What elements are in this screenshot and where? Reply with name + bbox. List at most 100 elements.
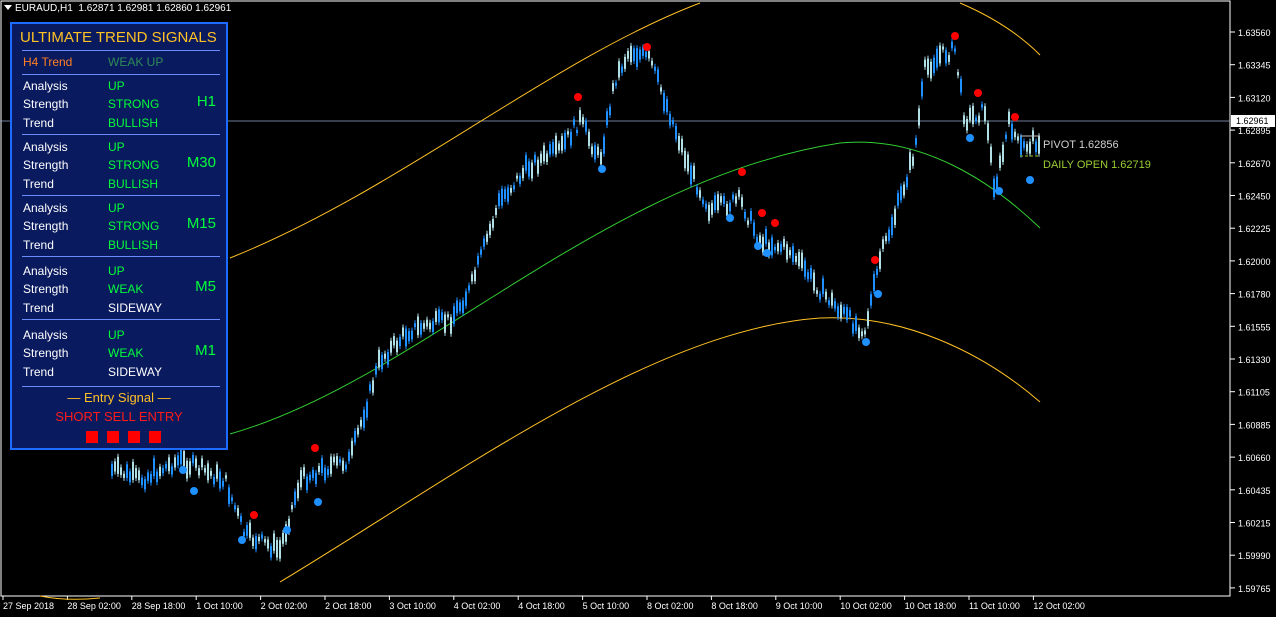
candle-body (486, 233, 488, 242)
candle-body (114, 461, 116, 472)
candle-body (396, 340, 398, 353)
candle-body (537, 159, 539, 174)
tf-analysis-label: Analysis (23, 201, 68, 215)
candle-body (1035, 141, 1037, 152)
candle-body (282, 532, 284, 544)
candle-body (576, 129, 578, 134)
candle-body (849, 310, 851, 317)
candle-body (237, 508, 239, 516)
tf-strength-value: STRONG (108, 219, 160, 233)
tf-analysis-label: Analysis (23, 264, 68, 278)
candle-body (744, 212, 746, 219)
candle-body (954, 48, 956, 52)
chart-window[interactable]: 1.63560 1.63345 1.63120 1.62895 1.62670 1.624… (0, 0, 1276, 617)
candle-body (1029, 141, 1031, 154)
candle-body (249, 522, 251, 538)
candle-body (882, 239, 884, 249)
candle-body (240, 516, 242, 522)
price-label: 1.61105 (1238, 388, 1270, 398)
timeframe-label: M15 (186, 215, 216, 232)
candle-body (267, 539, 269, 549)
candle-body (663, 92, 665, 112)
candle-body (594, 145, 596, 160)
candle-body (846, 307, 848, 321)
buy-signal-dot (283, 526, 291, 534)
candle-body (633, 48, 635, 61)
candle-body (168, 457, 170, 472)
dropdown-triangle-icon[interactable] (4, 5, 12, 10)
candle-body (339, 459, 341, 463)
candle-body (612, 83, 614, 92)
candle-body (795, 255, 797, 262)
candle-body (294, 491, 296, 505)
candle-body (840, 304, 842, 319)
candle-body (1014, 131, 1016, 138)
tf-analysis-value: UP (108, 201, 125, 215)
signal-square (107, 431, 119, 443)
sell-signal-dot (643, 43, 651, 51)
h4-trend-value: WEAK UP (108, 55, 164, 69)
candle-body (483, 238, 485, 247)
candle-body (789, 250, 791, 256)
candle-body (1002, 144, 1004, 162)
candle-body (159, 466, 161, 477)
candle-body (675, 125, 677, 140)
sell-signal-dot (738, 168, 746, 176)
candle-body (198, 468, 200, 476)
candle-body (567, 131, 569, 135)
middle-line (229, 141, 1041, 435)
sell-signal-dot (758, 209, 766, 217)
candle-body (924, 59, 926, 67)
candle-body (774, 246, 776, 251)
price-label: 1.63560 (1238, 28, 1271, 38)
tf-strength-value: STRONG (108, 97, 160, 111)
candle-body (447, 314, 449, 318)
candle-body (351, 440, 353, 456)
candle-body (915, 138, 917, 145)
sell-signal-dot (951, 32, 959, 40)
candle-body (963, 115, 965, 125)
candle-body (843, 306, 845, 314)
candle-body (702, 199, 704, 205)
price-label: 1.61780 (1238, 290, 1271, 300)
buy-signal-dot (314, 498, 322, 506)
sell-signal-dot (974, 89, 982, 97)
candle-body (1017, 136, 1019, 141)
buy-signal-dot (238, 536, 246, 544)
price-label: 1.62670 (1238, 159, 1271, 169)
chart-header: EURAUD,H1 1.62871 1.62981 1.62860 1.6296… (4, 3, 231, 14)
candle-body (573, 119, 575, 126)
buy-signal-dot (726, 214, 734, 222)
candle-body (627, 50, 629, 59)
candle-body (864, 330, 866, 335)
candle-body (234, 505, 236, 510)
candle-body (525, 155, 527, 171)
buy-signal-dot (995, 187, 1003, 195)
candle-body (672, 120, 674, 125)
candle-body (609, 106, 611, 116)
candle-body (408, 331, 410, 342)
candle-body (549, 144, 551, 155)
tf-analysis-label: Analysis (23, 328, 68, 342)
tf-trend-label: Trend (23, 116, 54, 130)
candle-body (978, 115, 980, 123)
divider (22, 50, 220, 51)
candle-body (420, 323, 422, 335)
candle-body (816, 290, 818, 294)
candle-body (870, 294, 872, 306)
candle-body (600, 152, 602, 165)
candle-body (975, 117, 977, 122)
candle-body (777, 242, 779, 252)
candle-body (708, 204, 710, 221)
h4-trend-label: H4 Trend (23, 55, 73, 69)
candle-body (945, 50, 947, 64)
time-label: 5 Oct 10:00 (583, 601, 630, 611)
candle-body (771, 237, 773, 256)
candle-body (330, 456, 332, 474)
candle-body (741, 197, 743, 207)
candle-body (810, 268, 812, 279)
candle-body (669, 113, 671, 126)
candle-body (558, 143, 560, 151)
candle-body (414, 323, 416, 328)
candle-body (309, 474, 311, 481)
